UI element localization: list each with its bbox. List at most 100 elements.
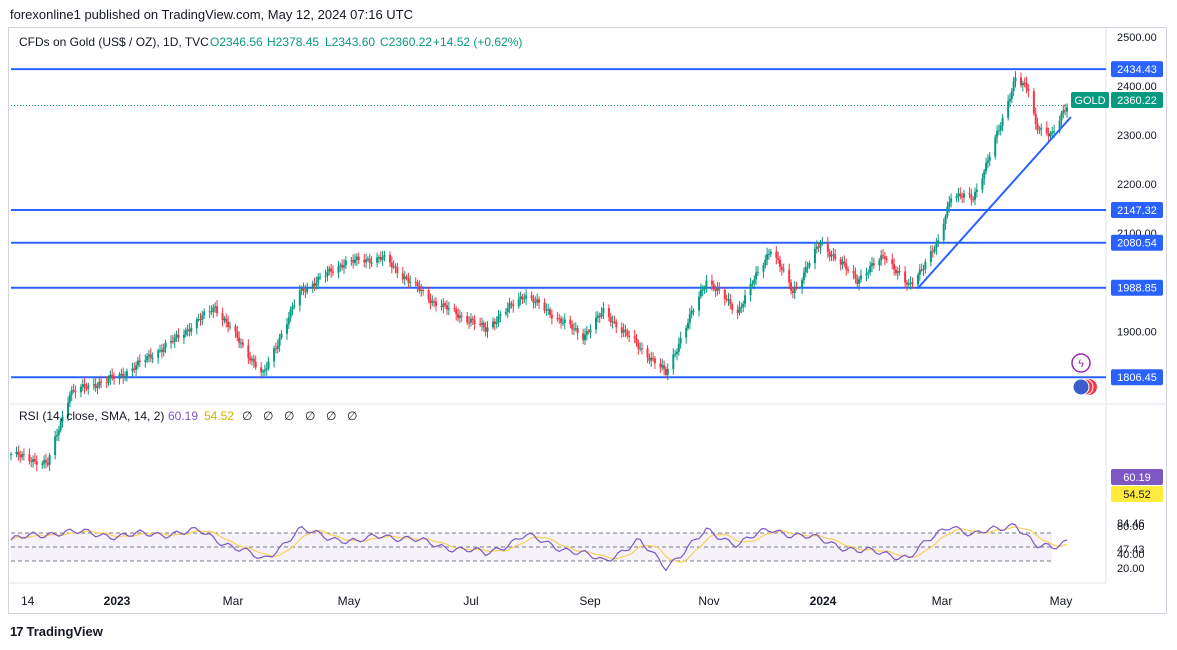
candle-body xyxy=(396,267,399,274)
symbol-tag-label: GOLD xyxy=(1074,95,1105,107)
candle-body xyxy=(122,373,125,378)
candle-body xyxy=(547,309,550,311)
candle-body xyxy=(420,290,423,292)
candle-body xyxy=(100,381,103,383)
candle-body xyxy=(236,331,239,338)
candle-body xyxy=(306,287,309,292)
candle-body xyxy=(182,334,185,338)
candle-body xyxy=(401,273,404,280)
candle-body xyxy=(1066,107,1068,112)
candle-body xyxy=(263,369,266,372)
candle-body xyxy=(366,258,369,260)
time-tick-8: Mar xyxy=(932,594,953,608)
candle-body xyxy=(764,259,767,266)
candle-body xyxy=(368,258,371,263)
last-price-label: 2360.22 xyxy=(1117,95,1157,107)
candle-body xyxy=(905,282,908,285)
candle-body xyxy=(480,322,483,325)
candle-body xyxy=(620,327,623,333)
level-tag-label-3: 1988.85 xyxy=(1117,283,1157,295)
candle-body xyxy=(970,194,973,200)
price-tick-3: 2200.00 xyxy=(1117,179,1157,191)
candle-body xyxy=(1014,77,1017,82)
candle-body xyxy=(1001,117,1004,126)
candle-body xyxy=(959,193,962,197)
candle-body xyxy=(779,259,782,267)
candle-body xyxy=(968,193,971,195)
candle-body xyxy=(1008,99,1011,102)
candle-body xyxy=(519,296,522,300)
candle-body xyxy=(377,257,380,259)
rsi-value: 60.19 xyxy=(168,409,198,423)
candle-body xyxy=(124,376,127,378)
candle-body xyxy=(57,430,60,435)
candle-body xyxy=(466,315,469,323)
rsi-tick-1: 80.00 xyxy=(1117,521,1145,533)
candle-body xyxy=(712,284,715,290)
candle-body xyxy=(1025,82,1028,89)
candle-body xyxy=(352,260,355,263)
candle-body xyxy=(87,385,90,389)
candle-body xyxy=(1032,91,1035,114)
candle-body xyxy=(326,271,329,276)
candle-body xyxy=(596,315,599,318)
us-flag-icon[interactable] xyxy=(1072,378,1090,396)
candle-body xyxy=(1062,110,1065,114)
candle-body xyxy=(212,307,215,312)
publisher-header: forexonline1 published on TradingView.co… xyxy=(10,7,414,22)
candle-body xyxy=(54,436,57,456)
candle-body xyxy=(920,269,923,271)
candle-body xyxy=(843,261,846,264)
candle-body xyxy=(429,299,432,304)
tradingview-logo-text: TradingView xyxy=(26,624,103,639)
candle-body xyxy=(216,306,219,314)
level-tag-label-2: 2080.54 xyxy=(1117,238,1157,250)
tradingview-logo[interactable]: 17 TradingView xyxy=(10,624,103,639)
candle-body xyxy=(1040,127,1043,130)
candle-body xyxy=(950,198,953,203)
candle-body xyxy=(41,463,44,465)
candle-body xyxy=(440,305,443,308)
candle-body xyxy=(370,262,373,264)
candle-body xyxy=(615,321,618,328)
candle-body xyxy=(793,287,796,294)
candle-body xyxy=(1010,90,1013,100)
candle-body xyxy=(725,299,728,301)
candle-body xyxy=(961,196,964,198)
candle-body xyxy=(521,296,524,299)
candle-body xyxy=(1027,88,1030,92)
candle-body xyxy=(602,308,605,313)
candle-body xyxy=(856,278,859,284)
candle-body xyxy=(278,337,281,346)
candle-body xyxy=(957,193,960,196)
candle-body xyxy=(813,248,816,264)
candle-body xyxy=(1045,127,1048,134)
candle-body xyxy=(273,348,276,362)
candle-body xyxy=(517,299,520,307)
rsi-na-values: ∅ ∅ ∅ ∅ ∅ ∅ xyxy=(242,409,357,423)
candle-body xyxy=(190,328,193,332)
candle-body xyxy=(357,256,360,261)
candle-body xyxy=(755,272,758,280)
candle-body xyxy=(731,304,734,310)
candle-body xyxy=(355,256,358,260)
lightning-glyph: ϟ xyxy=(1078,358,1084,370)
candle-body xyxy=(109,374,112,379)
candle-body xyxy=(497,316,500,323)
candle-body xyxy=(569,319,572,325)
candle-body xyxy=(560,318,563,323)
candle-body xyxy=(170,341,173,343)
price-chart[interactable]: 2500.002400.002300.002200.002100.001900.… xyxy=(9,28,1166,613)
candle-body xyxy=(471,318,474,320)
candle-body xyxy=(175,334,178,338)
candle-body xyxy=(907,283,910,285)
chart-frame[interactable]: 2500.00 2400.00 2300.00 2200.00 2100.00 1900.… xyxy=(8,27,1167,614)
candle-body xyxy=(512,304,515,307)
candle-body xyxy=(68,394,71,403)
candle-body xyxy=(1036,123,1039,130)
candle-body xyxy=(988,156,991,161)
level-tag-label-1: 2147.32 xyxy=(1117,205,1157,217)
candle-body xyxy=(177,334,180,338)
legend-change: +14.52 (+0.62%) xyxy=(433,35,522,49)
candle-body xyxy=(160,350,163,353)
